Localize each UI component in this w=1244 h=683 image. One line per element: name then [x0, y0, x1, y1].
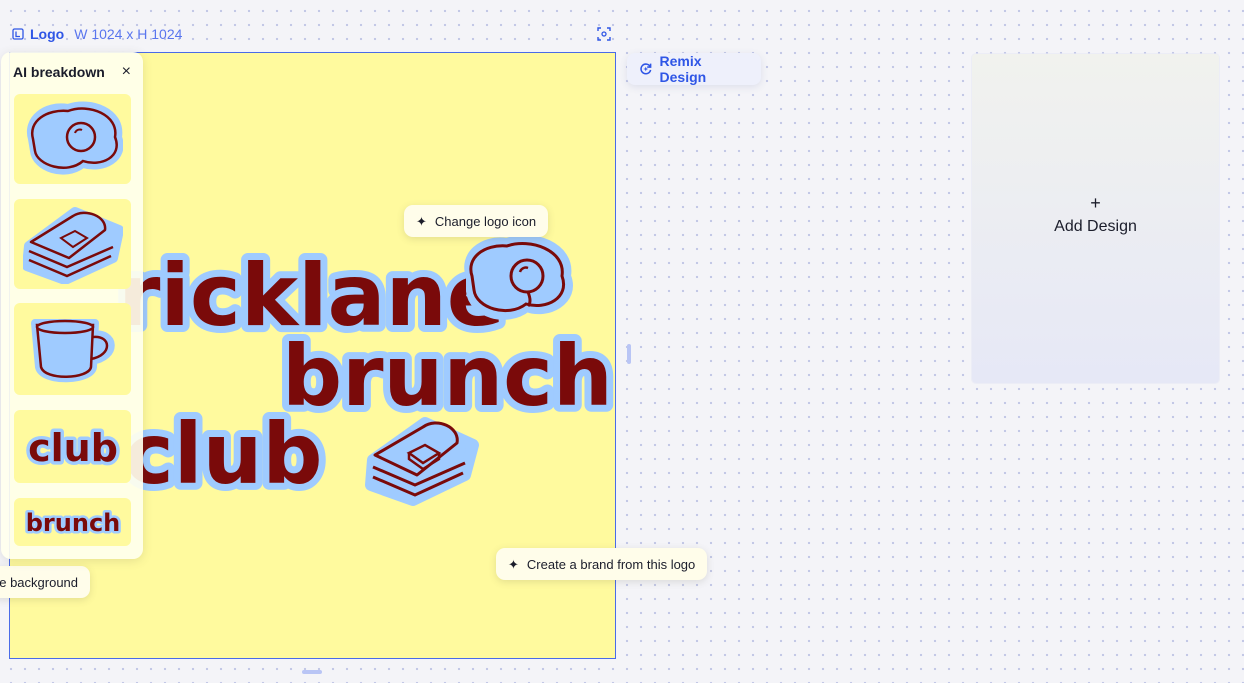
plus-icon: + [1090, 192, 1101, 213]
breakdown-item-toast-stack[interactable] [14, 199, 131, 289]
resize-handle-right[interactable] [627, 344, 631, 364]
toast-stack-icon [22, 207, 123, 284]
canvas-label[interactable]: Logo W 1024 x H 1024 [12, 26, 182, 42]
frame-icon [12, 28, 24, 40]
fit-screen-icon[interactable] [596, 26, 612, 42]
panel-header: AI breakdown × [13, 64, 131, 81]
canvas-name: Logo [30, 26, 65, 42]
breakdown-item-fried-egg[interactable] [14, 94, 131, 184]
remix-icon [640, 63, 652, 75]
panel-title: AI breakdown [13, 64, 105, 80]
breakdown-item-coffee-cup[interactable] [14, 303, 131, 395]
sparkle-icon: ✦ [508, 556, 519, 572]
change-background-button[interactable]: ge background [0, 566, 91, 598]
brunch-word-text: brunch [25, 509, 120, 537]
breakdown-item-club[interactable]: club [14, 410, 131, 483]
egg-illustration [464, 234, 573, 320]
create-brand-button[interactable]: ✦ Create a brand from this logo [496, 548, 708, 580]
breakdown-item-brunch[interactable]: brunch [14, 498, 131, 546]
change-background-label: ge background [0, 574, 79, 590]
remix-design-label: Remix Design [659, 53, 707, 85]
logo-word-brunch: brunch [282, 327, 613, 425]
change-logo-icon-label: Change logo icon [434, 213, 537, 229]
fried-egg-icon [26, 101, 123, 175]
create-brand-label: Create a brand from this logo [526, 556, 696, 572]
sparkle-icon: ✦ [416, 213, 427, 229]
coffee-cup-icon [30, 319, 115, 383]
canvas-dimensions: W 1024 x H 1024 [74, 26, 183, 42]
toast-illustration [365, 417, 479, 506]
club-word-text: club [28, 426, 118, 470]
add-design-card[interactable]: + Add Design [972, 54, 1219, 383]
resize-handle-bottom[interactable] [302, 670, 322, 674]
change-logo-icon-button[interactable]: ✦ Change logo icon [404, 205, 549, 237]
remix-design-button[interactable]: Remix Design [627, 53, 761, 85]
ai-breakdown-panel: AI breakdown × club brunch [1, 52, 143, 559]
add-design-label: Add Design [1054, 217, 1137, 235]
close-icon[interactable]: × [122, 64, 131, 80]
logo-word-club: club [124, 405, 323, 503]
club-word-image: club [24, 422, 121, 473]
brunch-word-image: brunch [23, 507, 123, 540]
